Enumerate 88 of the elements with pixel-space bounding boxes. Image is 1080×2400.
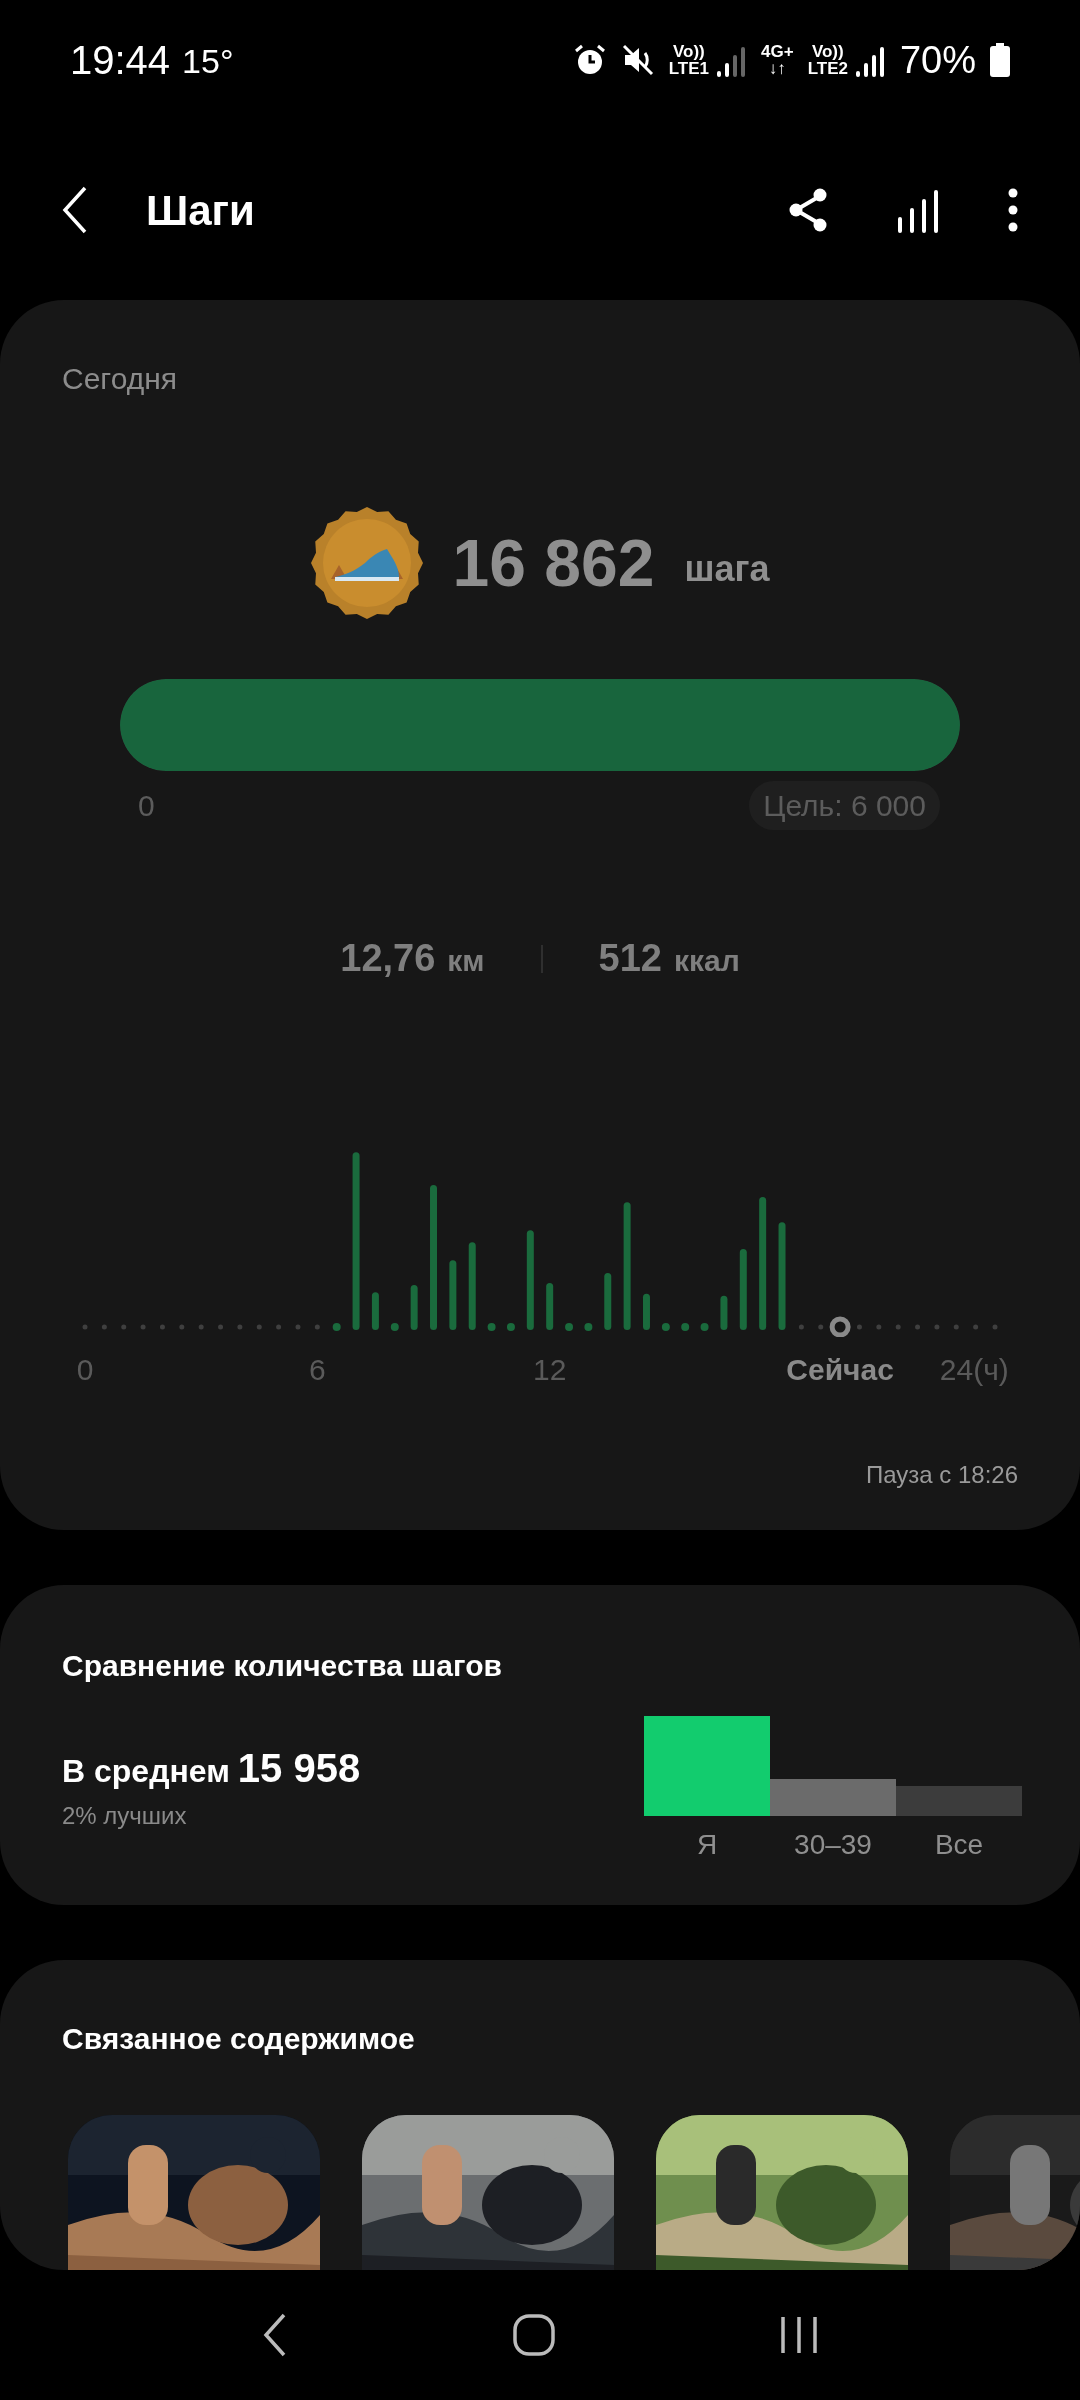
now-marker: [829, 1316, 851, 1337]
low-activity-dot: [487, 1323, 496, 1331]
low-activity-dot: [681, 1323, 690, 1331]
alarm-icon: [572, 43, 607, 77]
axis-label: 6: [309, 1352, 326, 1388]
recents-icon: [779, 2315, 818, 2355]
home-icon: [513, 2314, 555, 2356]
recents-button[interactable]: [779, 2315, 818, 2355]
low-activity-dot: [584, 1323, 593, 1331]
empty-hour-dot: [953, 1324, 959, 1330]
mute-icon: [620, 43, 655, 77]
empty-hour-dot: [179, 1324, 185, 1330]
low-activity-dot: [332, 1323, 341, 1331]
low-activity-dot: [661, 1323, 670, 1331]
step-bar: [449, 1260, 457, 1330]
share-icon: [788, 188, 828, 232]
average-label: В среднем: [62, 1752, 230, 1791]
network-label: Vo)): [672, 43, 705, 60]
stat-value: 12,76: [340, 936, 436, 981]
card-title: Сравнение количества шагов: [62, 1648, 503, 1684]
stat-unit: км: [447, 943, 485, 979]
network-label: LTE2: [807, 60, 848, 77]
empty-hour-dot: [915, 1324, 921, 1330]
bar-label: 30–39: [794, 1828, 872, 1862]
home-button[interactable]: [513, 2314, 555, 2356]
axis-label: 24(ч): [939, 1352, 1009, 1388]
axis-label: 12: [533, 1352, 567, 1388]
empty-hour-dot: [876, 1324, 882, 1330]
empty-hour-dot: [276, 1324, 282, 1330]
axis-label: Сейчас: [786, 1352, 894, 1388]
empty-hour-dot: [992, 1324, 998, 1330]
empty-hour-dot: [237, 1324, 243, 1330]
shoe-badge-icon: [310, 507, 423, 619]
average-value: 15 958: [237, 1745, 361, 1792]
low-activity-dot: [506, 1323, 515, 1331]
status-temperature: 15°: [182, 41, 234, 82]
empty-hour-dot: [198, 1324, 204, 1330]
battery-icon: [990, 43, 1010, 77]
empty-hour-dot: [798, 1324, 804, 1330]
bar-chart-icon: [896, 187, 940, 233]
share-button[interactable]: [788, 188, 828, 232]
rank-text: 2% лучших: [62, 1801, 188, 1831]
more-button[interactable]: [1008, 188, 1018, 232]
empty-hour-dot: [818, 1324, 824, 1330]
empty-hour-dot: [895, 1324, 901, 1330]
low-activity-dot: [700, 1323, 709, 1331]
step-unit: шага: [684, 547, 770, 591]
chart-button[interactable]: [896, 187, 940, 233]
pause-text: Пауза с 18:26: [865, 1460, 1018, 1490]
empty-hour-dot: [314, 1324, 320, 1330]
more-icon: [1008, 188, 1018, 232]
empty-hour-dot: [159, 1324, 165, 1330]
status-time: 19:44: [70, 37, 171, 84]
stat-unit: ккал: [673, 943, 740, 979]
network-label: ↓↑: [768, 60, 786, 77]
network-label: LTE1: [668, 60, 709, 77]
step-bar: [604, 1273, 612, 1330]
empty-hour-dot: [218, 1324, 224, 1330]
axis-label: 0: [76, 1352, 94, 1388]
progress-start-label: 0: [138, 788, 155, 824]
empty-hour-dot: [121, 1324, 127, 1330]
low-activity-dot: [390, 1323, 399, 1331]
step-bar: [643, 1293, 650, 1330]
step-count: 16 862: [452, 524, 655, 602]
back-icon: [62, 186, 88, 234]
card-title: Связанное содержимое: [61, 2021, 416, 2057]
empty-hour-dot: [934, 1324, 940, 1330]
empty-hour-dot: [295, 1324, 301, 1330]
network-label: 4G+: [761, 43, 794, 60]
page-title: Шаги: [146, 185, 255, 236]
empty-hour-dot: [973, 1324, 979, 1330]
battery-percent: 70%: [899, 37, 976, 83]
step-bar: [371, 1292, 379, 1330]
empty-hour-dot: [101, 1324, 107, 1330]
empty-hour-dot: [856, 1324, 862, 1330]
stat-value: 512: [598, 936, 662, 981]
empty-hour-dot: [82, 1324, 88, 1330]
empty-hour-dot: [256, 1324, 262, 1330]
card-label: Сегодня: [62, 361, 178, 397]
goal-badge: Цель: 6 000: [749, 781, 940, 830]
bar-label: Я: [696, 1828, 718, 1862]
bar-label: Все: [934, 1828, 984, 1862]
low-activity-dot: [565, 1323, 574, 1331]
step-bar: [720, 1295, 728, 1330]
step-bar: [410, 1285, 418, 1330]
step-bar: [546, 1283, 554, 1330]
empty-hour-dot: [140, 1324, 146, 1330]
network-label: Vo)): [811, 43, 844, 60]
